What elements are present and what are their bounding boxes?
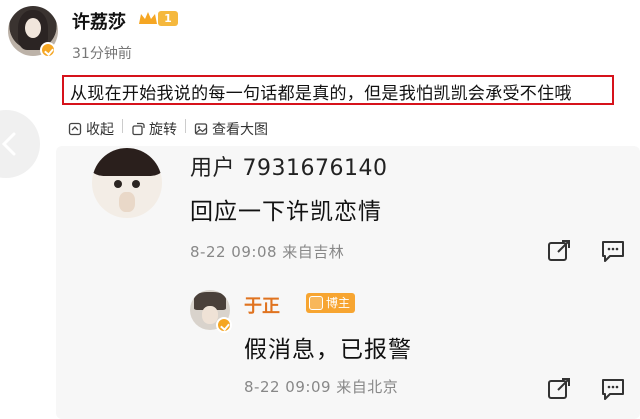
host-icon bbox=[309, 296, 323, 310]
view-image-icon bbox=[194, 123, 208, 135]
share-icon bbox=[548, 378, 570, 399]
comment-button[interactable] bbox=[600, 376, 626, 402]
rotate-icon bbox=[132, 122, 145, 136]
comment-text: 回应一下许凯恋情 bbox=[190, 199, 382, 225]
share-button[interactable] bbox=[546, 376, 572, 402]
crown-icon bbox=[139, 12, 157, 24]
image-action-bar: 收起 旋转 查看大图 bbox=[68, 119, 268, 139]
reply-text: 假消息，已报警 bbox=[244, 337, 412, 363]
divider bbox=[185, 119, 186, 133]
share-icon bbox=[548, 240, 570, 261]
collapse-icon bbox=[68, 122, 82, 136]
divider bbox=[122, 119, 123, 133]
author-name[interactable]: 许荔莎 bbox=[72, 8, 126, 34]
reply-meta: 8-22 09:09 来自北京 bbox=[244, 378, 399, 396]
rotate-button[interactable]: 旋转 bbox=[131, 119, 177, 139]
comment-icon bbox=[602, 241, 624, 262]
view-image-button[interactable]: 查看大图 bbox=[194, 119, 268, 139]
commenter-avatar[interactable] bbox=[92, 148, 162, 218]
comment-button[interactable] bbox=[600, 238, 626, 264]
verified-badge-icon bbox=[40, 42, 56, 58]
collapse-label: 收起 bbox=[86, 122, 114, 138]
share-button[interactable] bbox=[546, 238, 572, 264]
collapse-button[interactable]: 收起 bbox=[68, 119, 114, 139]
reply-author-name[interactable]: 于正 bbox=[244, 292, 280, 318]
level-badge: 1 bbox=[158, 11, 178, 26]
comment-meta: 8-22 09:08 来自吉林 bbox=[190, 243, 345, 261]
view-image-label: 查看大图 bbox=[212, 122, 268, 138]
host-badge-label: 博主 bbox=[326, 296, 351, 310]
host-badge: 博主 bbox=[306, 293, 356, 313]
back-button[interactable] bbox=[0, 110, 40, 178]
post-timestamp: 31分钟前 bbox=[72, 46, 132, 62]
post-text: 从现在开始我说的每一句话都是真的，但是我怕凯凯会承受不住哦 bbox=[70, 84, 572, 104]
commenter-name[interactable]: 用户 7931676140 bbox=[190, 150, 387, 182]
rotate-label: 旋转 bbox=[149, 122, 177, 138]
chevron-left-icon bbox=[2, 132, 16, 156]
comment-icon bbox=[602, 379, 624, 400]
verified-badge-icon bbox=[216, 317, 232, 333]
